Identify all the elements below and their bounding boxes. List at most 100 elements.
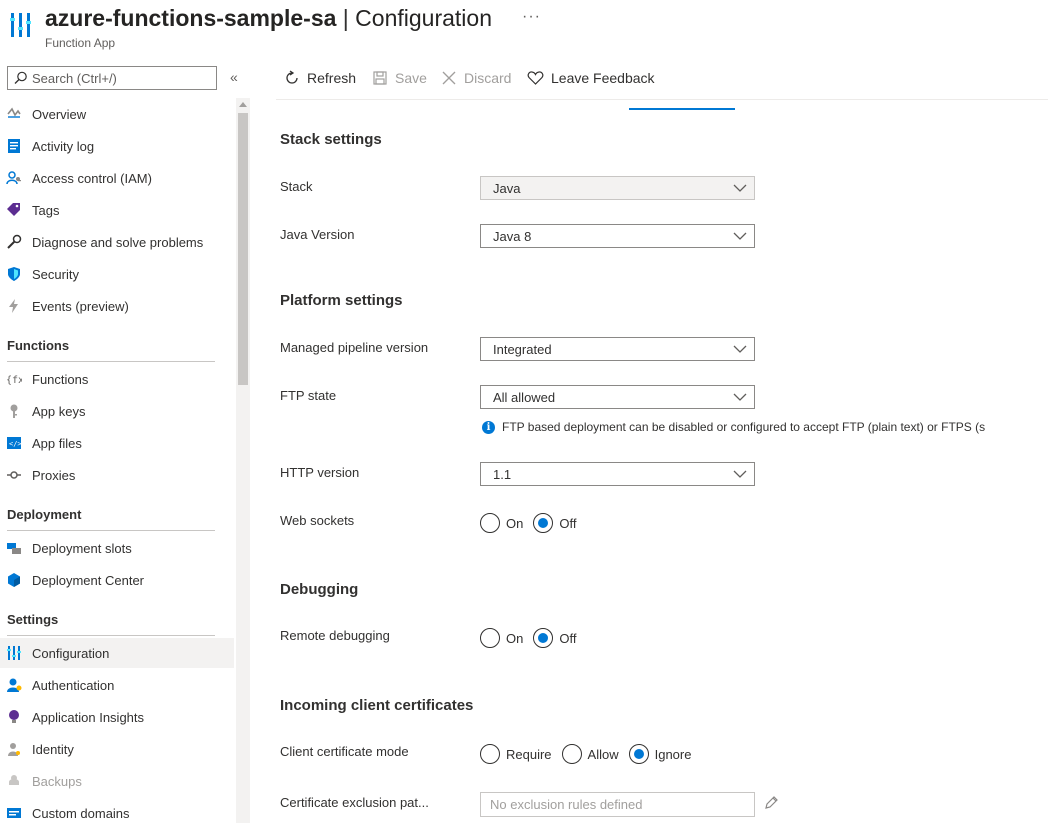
section-divider bbox=[7, 530, 215, 531]
sidebar-item-identity[interactable]: Identity bbox=[0, 734, 234, 764]
sidebar-item-proxies[interactable]: Proxies bbox=[0, 460, 234, 490]
client-certificates-title: Incoming client certificates bbox=[280, 697, 474, 714]
sidebar-item-label: Deployment Center bbox=[32, 572, 144, 588]
sidebar-item-label: Activity log bbox=[32, 138, 95, 154]
web-sockets-off-radio[interactable]: Off bbox=[533, 513, 576, 533]
discard-button[interactable]: Discard bbox=[441, 70, 511, 86]
key-icon bbox=[6, 403, 22, 419]
client-cert-allow-radio[interactable]: Allow bbox=[561, 744, 619, 764]
person-icon bbox=[6, 677, 22, 693]
proxy-icon bbox=[6, 467, 22, 483]
sidebar-item-app-files[interactable]: </> App files bbox=[0, 428, 234, 458]
sidebar-item-authentication[interactable]: Authentication bbox=[0, 670, 234, 700]
remote-debugging-radio-group: On Off bbox=[480, 628, 586, 648]
configuration-icon bbox=[6, 645, 22, 661]
sidebar-item-functions[interactable]: {fx} Functions bbox=[0, 364, 234, 394]
pipeline-value: Integrated bbox=[493, 341, 552, 357]
radio-label: Require bbox=[506, 746, 552, 762]
sidebar-item-label: Overview bbox=[32, 106, 87, 122]
cert-exclusion-placeholder: No exclusion rules defined bbox=[490, 797, 643, 812]
pencil-icon[interactable] bbox=[763, 795, 779, 811]
sidebar-item-events[interactable]: Events (preview) bbox=[0, 291, 234, 321]
remote-debugging-off-radio[interactable]: Off bbox=[533, 628, 576, 648]
cert-exclusion-label: Certificate exclusion pat... bbox=[280, 795, 429, 810]
java-version-value: Java 8 bbox=[493, 228, 532, 244]
sidebar-item-deployment-center[interactable]: Deployment Center bbox=[0, 565, 234, 595]
radio-circle-checked bbox=[628, 744, 649, 764]
info-icon: i bbox=[482, 420, 495, 434]
client-cert-ignore-radio[interactable]: Ignore bbox=[628, 744, 691, 764]
radio-label: Off bbox=[559, 515, 577, 531]
radio-circle bbox=[561, 744, 582, 764]
sidebar-item-security[interactable]: Security bbox=[0, 259, 234, 289]
radio-circle-checked bbox=[533, 628, 554, 648]
more-options-button[interactable]: ··· bbox=[522, 8, 541, 26]
activity-log-icon bbox=[6, 138, 22, 154]
web-sockets-on-radio[interactable]: On bbox=[480, 513, 523, 533]
remote-debugging-on-radio[interactable]: On bbox=[480, 628, 523, 648]
sidebar-section-settings: Settings bbox=[7, 612, 59, 627]
sidebar-item-label: Tags bbox=[32, 202, 60, 218]
sidebar: Search (Ctrl+/) « Overview Activity log … bbox=[0, 58, 250, 823]
refresh-icon bbox=[286, 70, 298, 84]
web-sockets-radio-group: On Off bbox=[480, 513, 586, 533]
chevron-down-icon bbox=[733, 393, 747, 401]
heart-icon bbox=[527, 71, 544, 85]
scroll-up-arrow-icon[interactable] bbox=[239, 102, 247, 107]
pipeline-label: Managed pipeline version bbox=[280, 340, 429, 355]
overview-icon bbox=[6, 106, 22, 122]
sidebar-section-deployment: Deployment bbox=[7, 507, 82, 522]
stack-settings-title: Stack settings bbox=[280, 131, 382, 148]
sidebar-item-tags[interactable]: Tags bbox=[0, 195, 234, 225]
remote-debugging-label: Remote debugging bbox=[280, 628, 390, 643]
sidebar-scroll-thumb[interactable] bbox=[238, 113, 248, 385]
sidebar-item-label: Identity bbox=[32, 741, 74, 757]
search-placeholder: Search (Ctrl+/) bbox=[32, 70, 117, 86]
sidebar-item-configuration[interactable]: Configuration bbox=[0, 638, 234, 668]
stack-label: Stack bbox=[280, 179, 313, 194]
section-divider bbox=[7, 635, 215, 636]
collapse-sidebar-button[interactable]: « bbox=[230, 69, 238, 85]
radio-circle bbox=[480, 513, 500, 533]
client-cert-mode-radio-group: Require Allow Ignore bbox=[480, 744, 701, 764]
domain-icon bbox=[6, 805, 22, 821]
client-cert-mode-label: Client certificate mode bbox=[280, 744, 409, 759]
sidebar-item-label: App files bbox=[32, 435, 82, 451]
sidebar-item-label: Diagnose and solve problems bbox=[32, 234, 204, 250]
sidebar-item-diagnose[interactable]: Diagnose and solve problems bbox=[0, 227, 234, 257]
sidebar-item-label: Custom domains bbox=[32, 805, 130, 821]
sidebar-item-label: Authentication bbox=[32, 677, 115, 693]
page-title: azure-functions-sample-sa | Configuratio… bbox=[45, 5, 492, 32]
sidebar-item-label: Deployment slots bbox=[32, 540, 132, 556]
stack-dropdown[interactable]: Java bbox=[480, 176, 755, 200]
sidebar-item-label: Events (preview) bbox=[32, 298, 129, 314]
lightbulb-icon bbox=[6, 709, 22, 725]
refresh-button[interactable]: Refresh bbox=[284, 70, 356, 86]
sidebar-item-overview[interactable]: Overview bbox=[0, 99, 234, 129]
sidebar-item-label: Configuration bbox=[32, 645, 110, 661]
sidebar-item-custom-domains[interactable]: Custom domains bbox=[0, 798, 234, 823]
search-input[interactable]: Search (Ctrl+/) bbox=[7, 66, 217, 90]
save-button[interactable]: Save bbox=[372, 70, 427, 86]
sidebar-item-application-insights[interactable]: Application Insights bbox=[0, 702, 234, 732]
sidebar-item-activity-log[interactable]: Activity log bbox=[0, 131, 234, 161]
search-icon bbox=[14, 71, 27, 84]
ftp-state-dropdown[interactable]: All allowed bbox=[480, 385, 755, 409]
ftp-state-value: All allowed bbox=[493, 389, 556, 405]
chevron-down-icon bbox=[733, 232, 747, 240]
sidebar-item-app-keys[interactable]: App keys bbox=[0, 396, 234, 426]
java-version-label: Java Version bbox=[280, 227, 355, 242]
client-cert-require-radio[interactable]: Require bbox=[480, 744, 552, 764]
leave-feedback-button[interactable]: Leave Feedback bbox=[527, 70, 655, 86]
pipeline-dropdown[interactable]: Integrated bbox=[480, 337, 755, 361]
sidebar-item-label: Backups bbox=[32, 773, 82, 789]
http-version-dropdown[interactable]: 1.1 bbox=[480, 462, 755, 486]
radio-label: On bbox=[506, 630, 524, 646]
sidebar-item-access-control[interactable]: Access control (IAM) bbox=[0, 163, 234, 193]
cert-exclusion-input[interactable]: No exclusion rules defined bbox=[480, 792, 755, 817]
java-version-dropdown[interactable]: Java 8 bbox=[480, 224, 755, 248]
sidebar-item-deployment-slots[interactable]: Deployment slots bbox=[0, 533, 234, 563]
svg-text:{fx}: {fx} bbox=[6, 375, 22, 386]
section-divider bbox=[7, 361, 215, 362]
ftp-info-message: i FTP based deployment can be disabled o… bbox=[482, 420, 985, 434]
